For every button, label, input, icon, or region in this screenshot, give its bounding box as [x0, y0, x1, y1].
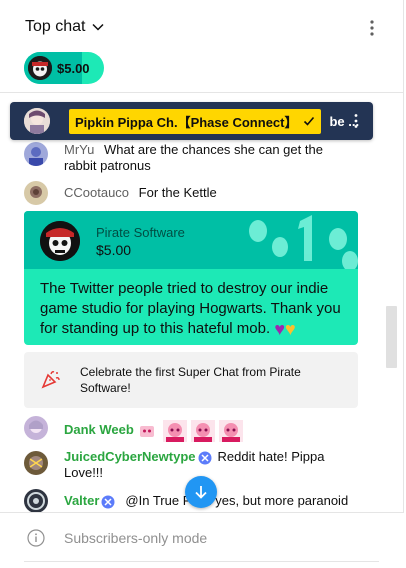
ticker-amount: $5.00: [57, 60, 90, 76]
avatar[interactable]: [24, 489, 48, 512]
checkmark-icon: [304, 116, 315, 126]
celebrate-superchat-banner[interactable]: Celebrate the first Super Chat from Pira…: [24, 352, 358, 408]
pinned-message-banner[interactable]: Pipkin Pippa Ch.【Phase Connect】 be ...: [10, 102, 373, 140]
emote-icon: [191, 420, 216, 442]
pinned-avatar: [24, 108, 50, 134]
arrow-down-icon: [195, 486, 207, 499]
chat-scrollbar-track[interactable]: [384, 93, 400, 512]
party-popper-icon: [41, 371, 60, 389]
superchat-ticker[interactable]: $5.00: [24, 52, 104, 84]
scroll-to-bottom-button[interactable]: [185, 476, 217, 508]
author-name[interactable]: Dank Weeb: [64, 422, 134, 437]
author-name[interactable]: Valter: [64, 493, 99, 508]
celebrate-text: Celebrate the first Super Chat from Pira…: [80, 365, 301, 395]
chat-message-list[interactable]: MrYu What are the chances she can get th…: [0, 93, 384, 512]
message-text: What are the chances she can get the rab…: [64, 142, 323, 173]
chat-mode-label: Top chat: [25, 18, 86, 35]
pinned-more-icon[interactable]: [353, 113, 359, 129]
superchat-avatar[interactable]: [40, 221, 80, 261]
emote-icon: [219, 420, 244, 442]
avatar[interactable]: [24, 451, 48, 475]
superchat-card[interactable]: Pirate Software $5.00 The Twitter people…: [24, 211, 358, 345]
superchat-header: Pirate Software $5.00: [24, 211, 358, 269]
footer-divider: [24, 561, 379, 562]
author-name[interactable]: MrYu: [64, 142, 94, 157]
avatar[interactable]: [24, 181, 48, 205]
yellow-heart-icon: ♥: [285, 319, 296, 340]
pinned-author-name: Pipkin Pippa Ch.【Phase Connect】: [75, 114, 298, 130]
author-name[interactable]: CCootauco: [64, 185, 129, 200]
superchat-author[interactable]: Pirate Software: [96, 225, 185, 240]
message-text: For the Kettle: [138, 185, 217, 200]
emote-icon: [163, 420, 188, 442]
chat-footer: Subscribers-only mode: [0, 512, 404, 568]
pinned-author-badge: Pipkin Pippa Ch.【Phase Connect】: [69, 108, 322, 134]
superchat-amount: $5.00: [96, 242, 132, 258]
chat-message-body: MrYu What are the chances she can get th…: [64, 142, 354, 174]
subscribers-only-label: Subscribers-only mode: [64, 530, 208, 546]
superchat-message: The Twitter people tried to destroy our …: [40, 279, 350, 339]
chat-message-body: CCootauco For the Kettle: [64, 185, 217, 201]
verified-badge-icon: [101, 495, 115, 509]
chat-message-body: JuicedCyberNewtype Reddit hate! Pippa Lo…: [64, 449, 354, 481]
verified-badge-icon: [198, 451, 211, 465]
info-icon[interactable]: [27, 529, 45, 547]
chat-header: Top chat: [0, 0, 404, 52]
chat-message-body: Dank Weeb: [64, 420, 247, 442]
avatar[interactable]: [24, 142, 48, 166]
member-badge-icon: [140, 426, 155, 437]
purple-heart-icon: ♥: [274, 319, 286, 340]
avatar[interactable]: [24, 416, 48, 440]
author-name[interactable]: JuicedCyberNewtype: [64, 449, 196, 464]
chevron-down-icon: [92, 23, 105, 31]
chat-scrollbar-thumb[interactable]: [386, 306, 397, 368]
message-text: @In True Faith yes, but more paranoid: [125, 493, 349, 508]
more-options-icon[interactable]: [364, 18, 380, 38]
balloons-decoration: [249, 215, 358, 269]
chat-mode-dropdown[interactable]: Top chat: [25, 18, 105, 36]
ticker-avatar: [28, 56, 52, 80]
live-chat-panel: Top chat $5.00 Pipkin Pippa Ch.【Phase Co…: [0, 0, 404, 568]
